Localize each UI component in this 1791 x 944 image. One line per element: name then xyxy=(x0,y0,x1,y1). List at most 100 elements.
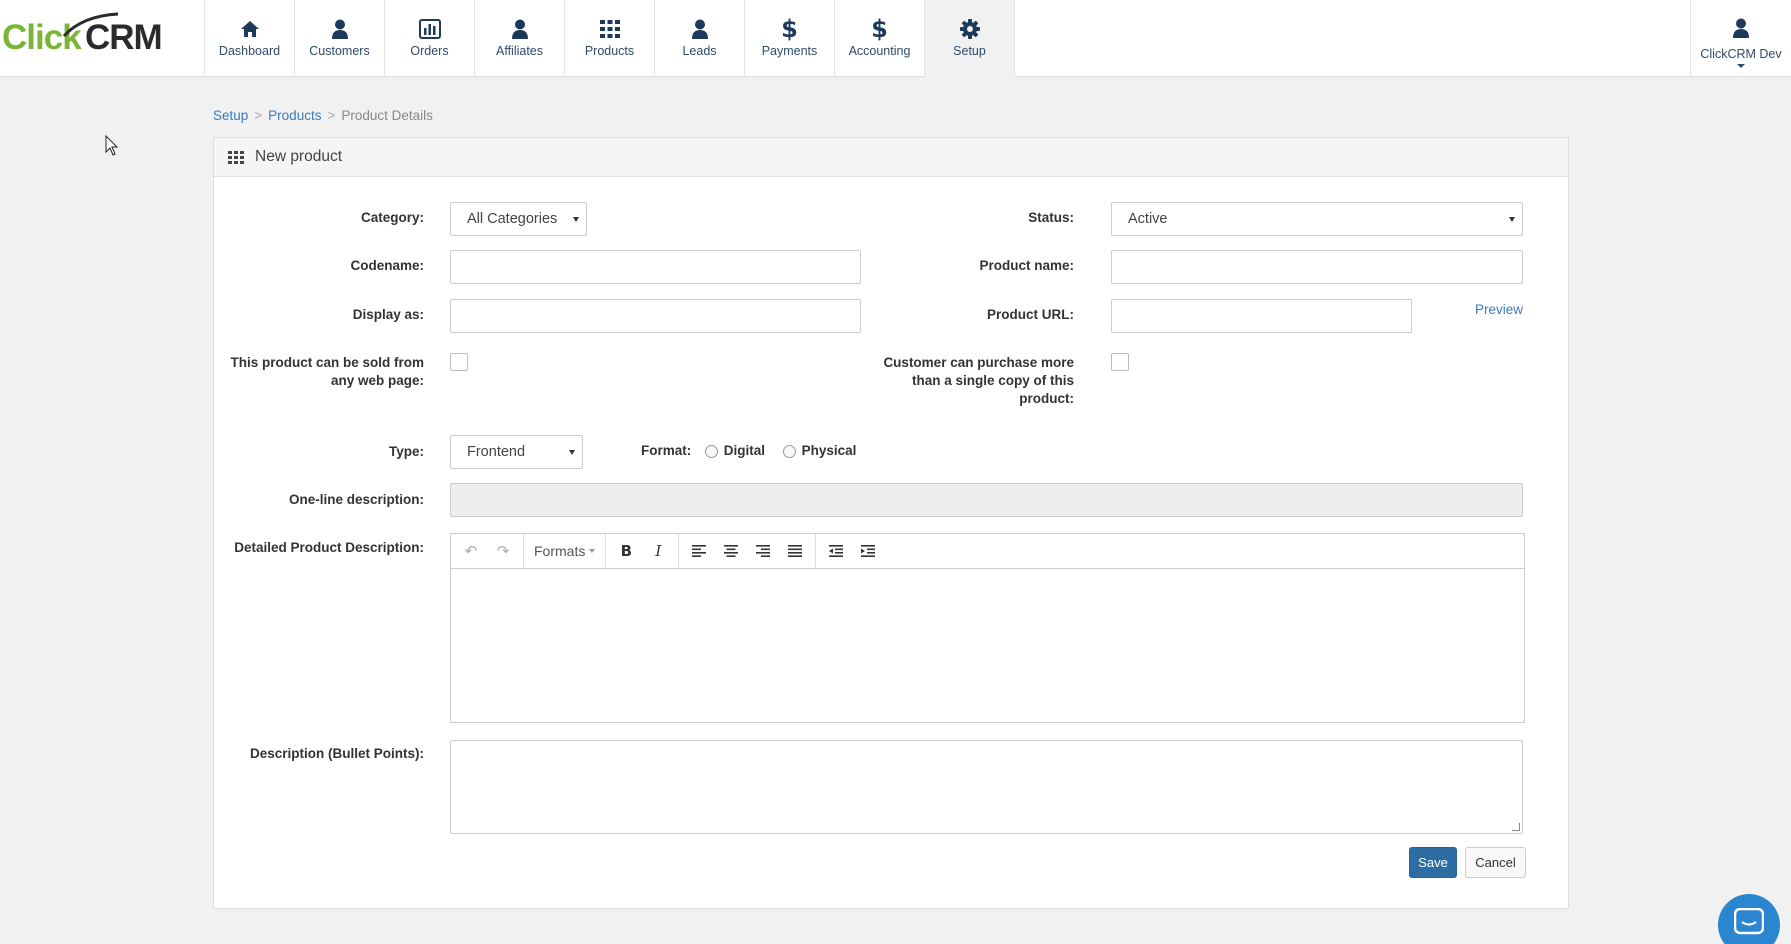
sold-anywhere-checkbox[interactable] xyxy=(450,353,468,371)
preview-link[interactable]: Preview xyxy=(1475,302,1523,317)
format-physical-radio[interactable] xyxy=(782,444,796,458)
detailed-description-label: Detailed Product Description: xyxy=(234,540,424,555)
resize-handle-icon[interactable] xyxy=(1512,823,1520,831)
breadcrumb-setup[interactable]: Setup xyxy=(213,108,248,123)
breadcrumb: Setup > Products > Product Details xyxy=(213,108,433,123)
chevron-down-icon xyxy=(1509,217,1515,222)
align-justify-icon[interactable] xyxy=(779,536,811,566)
indent-icon[interactable] xyxy=(852,536,884,566)
align-left-icon[interactable] xyxy=(683,536,715,566)
undo-icon[interactable]: ↶ xyxy=(455,536,487,566)
panel-header: New product xyxy=(214,138,1568,177)
breadcrumb-products[interactable]: Products xyxy=(268,108,321,123)
logo-text-crm: CRM xyxy=(85,18,163,57)
rich-text-editor: ↶ ↷ Formats B I xyxy=(450,533,1525,723)
clickcrm-logo[interactable]: Click CRM xyxy=(0,12,204,62)
chat-icon xyxy=(1734,908,1764,935)
format-digital-radio[interactable] xyxy=(705,444,719,458)
format-digital-label: Digital xyxy=(723,443,766,458)
nav-payments[interactable]: $ Payments xyxy=(745,0,835,77)
sold-anywhere-label-line2: any web page: xyxy=(330,373,424,388)
style-group: B I xyxy=(606,533,680,569)
breadcrumb-current: Product Details xyxy=(341,108,433,123)
gear-icon xyxy=(959,18,981,40)
product-url-label: Product URL: xyxy=(987,307,1074,322)
multi-copy-label-line2: than a single copy of this xyxy=(911,373,1074,388)
multi-copy-checkbox[interactable] xyxy=(1111,353,1129,371)
category-select[interactable]: All Categories xyxy=(450,202,587,236)
editor-content-area[interactable] xyxy=(451,569,1524,722)
product-name-label: Product name: xyxy=(979,258,1074,273)
nav-label: Affiliates xyxy=(495,44,543,58)
codename-label: Codename: xyxy=(350,258,424,273)
chevron-down-icon xyxy=(589,549,596,553)
one-line-description-label: One-line description: xyxy=(288,492,424,507)
top-navbar: Click CRM Dashboard Customers Orders Aff… xyxy=(0,0,1791,78)
type-select-value: Frontend xyxy=(467,444,526,460)
format-physical-option[interactable]: Physical xyxy=(782,443,856,458)
category-label: Category: xyxy=(360,210,424,225)
type-select[interactable]: Frontend xyxy=(450,435,583,469)
formats-dropdown[interactable]: Formats xyxy=(528,543,601,559)
nav-dashboard[interactable]: Dashboard xyxy=(205,0,295,77)
nav-label: Leads xyxy=(682,44,717,58)
grid-icon xyxy=(599,18,621,40)
align-center-icon[interactable] xyxy=(715,536,747,566)
nav-setup[interactable]: Setup xyxy=(925,0,1015,78)
multi-copy-label-line1: Customer can purchase more xyxy=(883,355,1074,370)
main-nav: Dashboard Customers Orders Affiliates Pr… xyxy=(204,0,1015,78)
history-group: ↶ ↷ xyxy=(451,533,524,569)
user-menu[interactable]: ClickCRM Dev xyxy=(1690,0,1791,77)
dollar-icon: $ xyxy=(781,15,798,43)
user-icon xyxy=(1732,18,1750,43)
product-name-input[interactable] xyxy=(1111,250,1523,284)
nav-label: Orders xyxy=(410,44,449,58)
redo-icon[interactable]: ↷ xyxy=(487,536,519,566)
nav-orders[interactable]: Orders xyxy=(385,0,475,77)
format-group: Format: Digital Physical xyxy=(641,443,856,458)
nav-customers[interactable]: Customers xyxy=(295,0,385,77)
mouse-cursor-icon xyxy=(105,135,119,156)
bullet-points-label: Description (Bullet Points): xyxy=(249,746,424,761)
breadcrumb-separator: > xyxy=(327,108,336,123)
multi-copy-label: Customer can purchase more than a single… xyxy=(874,354,1074,408)
indent-group xyxy=(816,534,888,569)
user-menu-label: ClickCRM Dev xyxy=(1700,47,1782,61)
chevron-down-icon xyxy=(573,217,579,222)
nav-label: Dashboard xyxy=(218,44,281,58)
nav-label: Customers xyxy=(309,44,370,58)
align-right-icon[interactable] xyxy=(747,536,779,566)
user-icon xyxy=(689,18,711,40)
editor-toolbar: ↶ ↷ Formats B I xyxy=(451,533,1524,569)
sold-anywhere-label: This product can be sold from any web pa… xyxy=(224,354,424,390)
multi-copy-label-line3: product: xyxy=(1019,391,1074,406)
nav-products[interactable]: Products xyxy=(565,0,655,77)
bold-icon[interactable]: B xyxy=(610,536,642,566)
type-label: Type: xyxy=(388,444,424,459)
save-button[interactable]: Save xyxy=(1409,847,1457,878)
display-as-label: Display as: xyxy=(352,307,424,322)
one-line-description-input[interactable] xyxy=(450,483,1523,517)
bar-chart-icon xyxy=(418,18,441,40)
nav-accounting[interactable]: $ Accounting xyxy=(835,0,925,77)
status-select[interactable]: Active xyxy=(1111,202,1523,236)
codename-input[interactable] xyxy=(450,250,861,284)
nav-label: Payments xyxy=(761,44,818,58)
product-url-input[interactable] xyxy=(1111,299,1412,333)
dollar-icon: $ xyxy=(871,15,888,43)
display-as-input[interactable] xyxy=(450,299,861,333)
nav-label: Products xyxy=(584,44,635,58)
nav-label: Setup xyxy=(953,44,986,58)
outdent-icon[interactable] xyxy=(820,536,852,566)
breadcrumb-separator: > xyxy=(254,108,263,123)
cancel-button[interactable]: Cancel xyxy=(1465,847,1526,878)
nav-leads[interactable]: Leads xyxy=(655,0,745,77)
format-digital-option[interactable]: Digital xyxy=(705,443,769,458)
nav-affiliates[interactable]: Affiliates xyxy=(475,0,565,77)
bullet-points-textarea[interactable] xyxy=(450,740,1523,834)
chat-launcher-button[interactable] xyxy=(1718,894,1780,944)
product-form-panel: New product Category: All Categories Sta… xyxy=(213,137,1569,909)
status-select-value: Active xyxy=(1128,211,1168,227)
status-label: Status: xyxy=(1028,210,1074,225)
italic-icon[interactable]: I xyxy=(642,536,674,566)
